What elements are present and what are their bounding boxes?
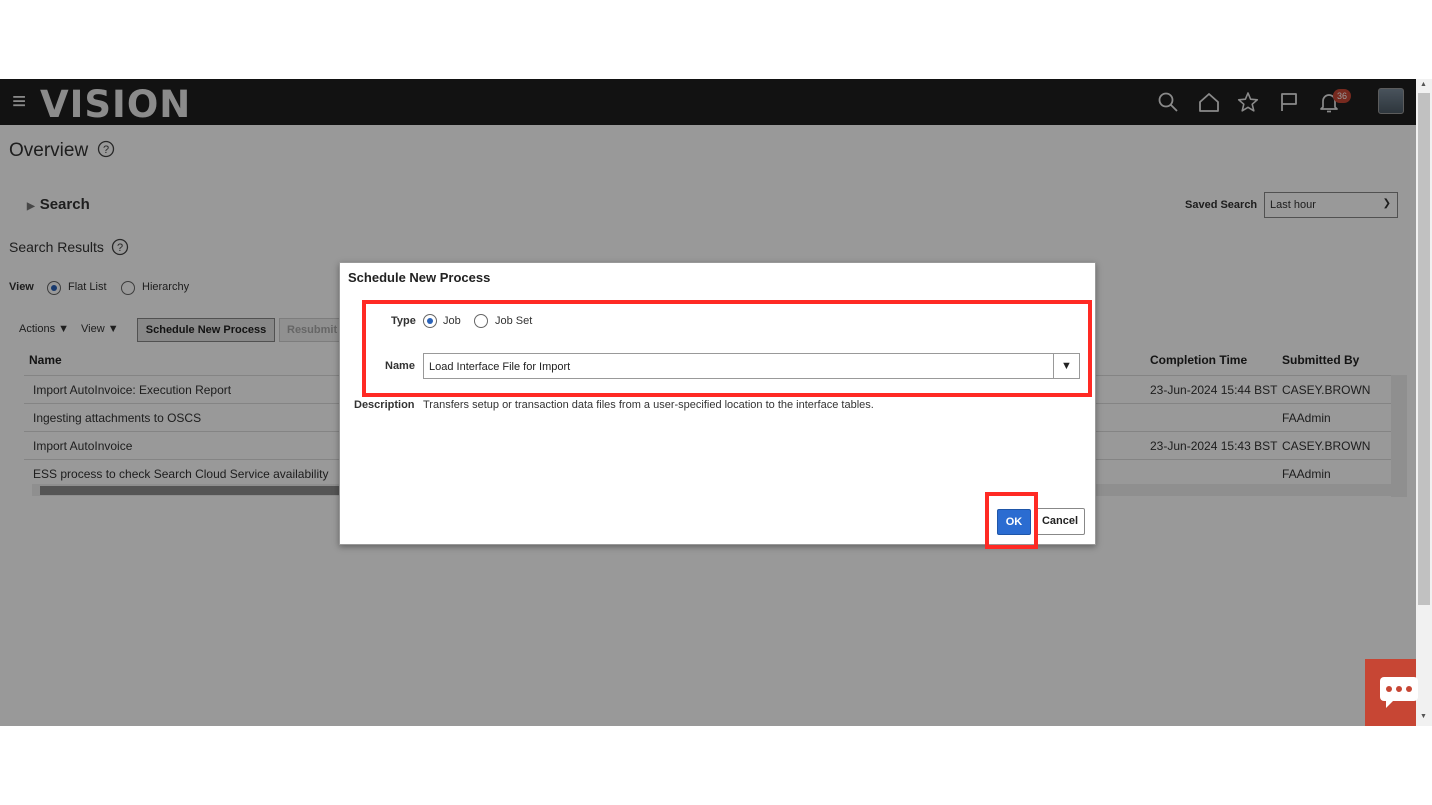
description-text: Transfers setup or transaction data file… [423,399,874,411]
description-label: Description [354,399,415,411]
highlight-box-ok [985,492,1038,549]
dialog-title: Schedule New Process [348,270,491,285]
chat-bubble-icon [1380,677,1418,708]
cancel-button[interactable]: Cancel [1035,508,1085,535]
scroll-up-icon[interactable]: ▲ [1420,81,1427,88]
scroll-down-icon[interactable]: ▼ [1420,713,1427,720]
schedule-new-process-dialog: Schedule New Process Type Job Job Set Na… [339,262,1096,549]
chat-button[interactable] [1365,659,1418,726]
highlight-box-type-name [362,300,1092,397]
app-frame: ≡ VISION 36 ▲ ▼ Overview ? ▶ Search Save… [0,79,1432,726]
page-scrollbar-thumb[interactable] [1418,93,1430,605]
